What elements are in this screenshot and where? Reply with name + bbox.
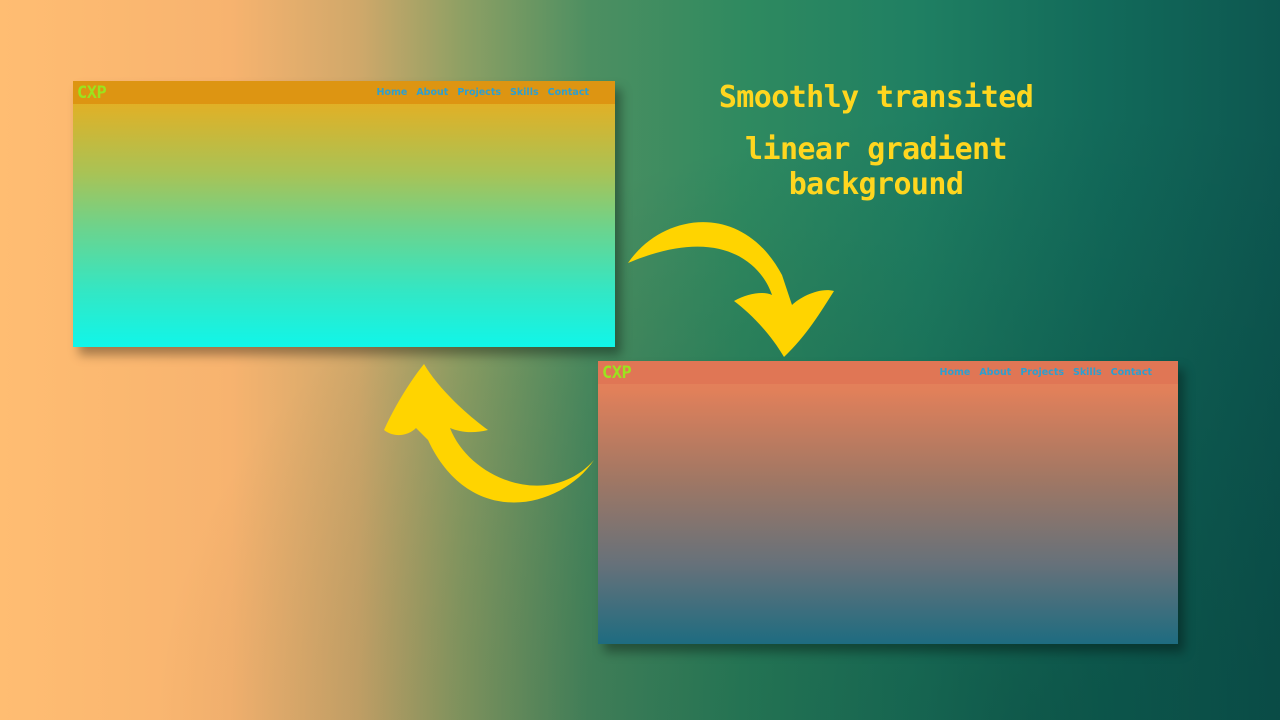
curved-arrow-up-left-icon <box>384 364 594 503</box>
nav-link-home[interactable]: Home <box>377 87 408 98</box>
headline-line-2: linear gradient background <box>745 132 1008 202</box>
logo[interactable]: CXP <box>77 83 107 103</box>
logo[interactable]: CXP <box>602 363 632 383</box>
nav-link-projects[interactable]: Projects <box>1020 367 1064 378</box>
headline-line-1: Smoothly transited <box>718 80 1034 115</box>
nav-link-skills[interactable]: Skills <box>1073 367 1102 378</box>
gradient-window-orange-teal: CXP Home About Projects Skills Contact <box>598 361 1178 644</box>
navbar: CXP Home About Projects Skills Contact <box>73 81 615 104</box>
nav-link-contact[interactable]: Contact <box>1111 367 1152 378</box>
curved-arrow-down-right-icon <box>628 222 834 357</box>
nav-link-about[interactable]: About <box>416 87 448 98</box>
gradient-window-yellow-cyan: CXP Home About Projects Skills Contact <box>73 81 615 347</box>
nav-link-skills[interactable]: Skills <box>510 87 539 98</box>
nav-link-home[interactable]: Home <box>940 367 971 378</box>
nav-links: Home About Projects Skills Contact <box>940 367 1153 378</box>
nav-link-contact[interactable]: Contact <box>548 87 589 98</box>
nav-link-about[interactable]: About <box>979 367 1011 378</box>
nav-link-projects[interactable]: Projects <box>457 87 501 98</box>
nav-links: Home About Projects Skills Contact <box>377 87 590 98</box>
